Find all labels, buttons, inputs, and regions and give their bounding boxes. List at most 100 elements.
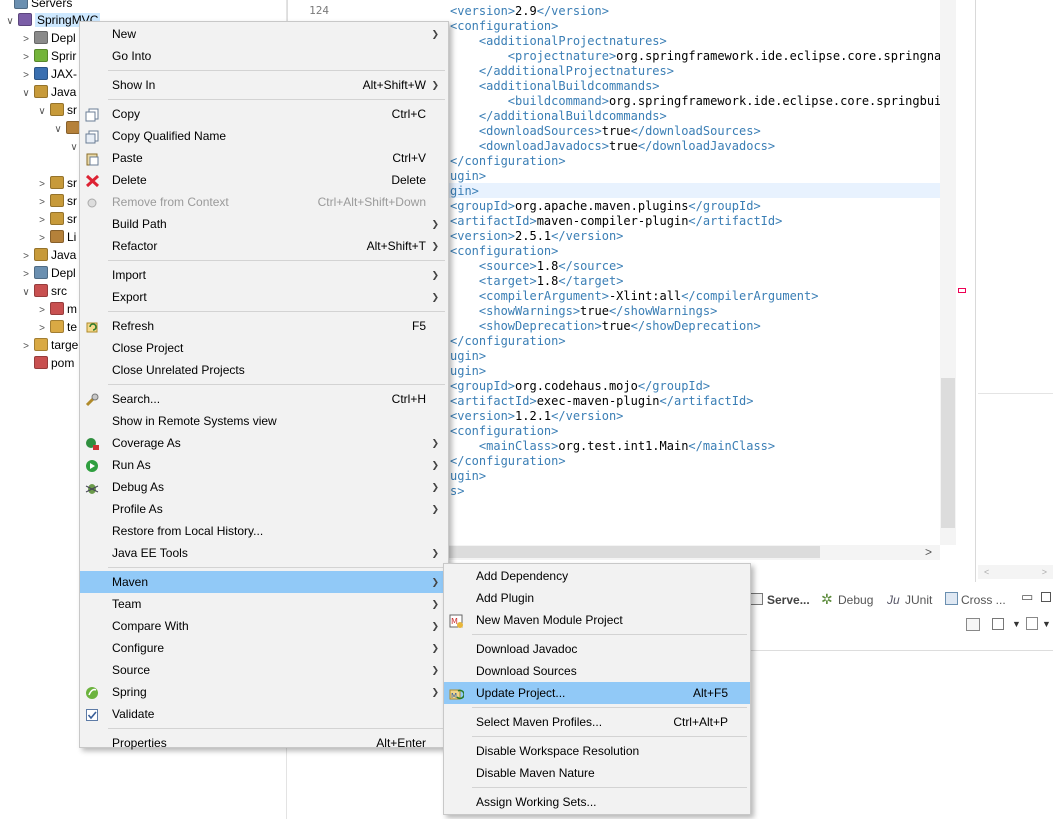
menu-item-disable-maven-nature[interactable]: Disable Maven Nature	[444, 762, 750, 784]
menu-item-coverage-as[interactable]: Coverage As ❯	[80, 432, 448, 454]
outline-horizontal-scrollbar[interactable]: < >	[978, 565, 1053, 579]
menu-item-compare-with[interactable]: Compare With ❯	[80, 615, 448, 637]
menu-item-source[interactable]: Source ❯	[80, 659, 448, 681]
tree-row[interactable]: > targe	[20, 336, 78, 354]
display-selected-console-icon[interactable]	[992, 618, 1004, 630]
menu-item-validate[interactable]: Validate	[80, 703, 448, 725]
code-line[interactable]: <version>2.5.1</version>	[450, 229, 623, 244]
tree-expand-icon[interactable]: ∨	[52, 121, 64, 139]
menu-item-select-maven-profiles[interactable]: Select Maven Profiles... Ctrl+Alt+P	[444, 711, 750, 733]
code-line[interactable]: gin>	[450, 184, 479, 199]
tab-junit[interactable]: JUnit	[905, 593, 932, 607]
code-line[interactable]: <configuration>	[450, 19, 558, 34]
menu-item-refresh[interactable]: Refresh F5	[80, 315, 448, 337]
code-line[interactable]: <configuration>	[450, 424, 558, 439]
tree-row[interactable]: > Li	[36, 228, 76, 246]
menu-item-new-maven-module-project[interactable]: M New Maven Module Project	[444, 609, 750, 631]
code-line[interactable]: ugin>	[450, 364, 486, 379]
code-line[interactable]: ugin>	[450, 469, 486, 484]
code-line[interactable]: ugin>	[450, 169, 486, 184]
menu-item-delete[interactable]: Delete Delete	[80, 169, 448, 191]
code-line[interactable]: <target>1.8</target>	[450, 274, 624, 289]
code-line[interactable]: <source>1.8</source>	[450, 259, 624, 274]
menu-item-download-sources[interactable]: Download Sources	[444, 660, 750, 682]
menu-item-spring[interactable]: Spring ❯	[80, 681, 448, 703]
open-console-dropdown-icon[interactable]: ▼	[1042, 619, 1051, 629]
menu-item-update-project[interactable]: M Update Project... Alt+F5	[444, 682, 750, 704]
tree-expand-icon[interactable]: ∨	[20, 284, 32, 302]
menu-item-run-as[interactable]: Run As ❯	[80, 454, 448, 476]
menu-item-java-ee-tools[interactable]: Java EE Tools ❯	[80, 542, 448, 564]
code-line[interactable]: <compilerArgument>-Xlint:all</compilerAr…	[450, 289, 819, 304]
console-dropdown-icon[interactable]: ▼	[1012, 619, 1021, 629]
menu-item-add-dependency[interactable]: Add Dependency	[444, 565, 750, 587]
menu-item-close-unrelated-projects[interactable]: Close Unrelated Projects	[80, 359, 448, 381]
menu-item-team[interactable]: Team ❯	[80, 593, 448, 615]
tab-debug[interactable]: Debug	[838, 593, 873, 607]
code-line[interactable]: </additionalBuildcommands>	[450, 109, 667, 124]
new-console-icon[interactable]	[966, 618, 980, 631]
menu-item-debug-as[interactable]: Debug As ❯	[80, 476, 448, 498]
tree-row[interactable]: pom	[20, 354, 74, 372]
tab-cross-references[interactable]: Cross ...	[961, 593, 1006, 607]
open-console-icon[interactable]	[1026, 617, 1038, 630]
code-line[interactable]: <showDeprecation>true</showDeprecation>	[450, 319, 761, 334]
tree-row[interactable]: > m	[36, 300, 77, 318]
code-line[interactable]: <groupId>org.apache.maven.plugins</group…	[450, 199, 761, 214]
menu-item-go-into[interactable]: Go Into	[80, 45, 448, 67]
tree-row[interactable]: > sr	[36, 174, 77, 192]
menu-item-new[interactable]: New ❯	[80, 23, 448, 45]
menu-item-search[interactable]: Search... Ctrl+H	[80, 388, 448, 410]
menu-item-copy[interactable]: Copy Ctrl+C	[80, 103, 448, 125]
code-line[interactable]: <projectnature>org.springframework.ide.e…	[450, 49, 956, 64]
tree-row[interactable]: > JAX-	[20, 65, 77, 83]
code-line[interactable]: <mainClass>org.test.int1.Main</mainClass…	[450, 439, 775, 454]
tree-row[interactable]: > te	[36, 318, 77, 336]
menu-item-download-javadoc[interactable]: Download Javadoc	[444, 638, 750, 660]
maximize-icon[interactable]	[1041, 592, 1051, 602]
menu-item-import[interactable]: Import ❯	[80, 264, 448, 286]
menu-item-configure[interactable]: Configure ❯	[80, 637, 448, 659]
menu-item-paste[interactable]: Paste Ctrl+V	[80, 147, 448, 169]
code-line[interactable]: </configuration>	[450, 154, 566, 169]
menu-item-profile-as[interactable]: Profile As ❯	[80, 498, 448, 520]
menu-item-show-in-remote-systems-view[interactable]: Show in Remote Systems view	[80, 410, 448, 432]
menu-item-add-plugin[interactable]: Add Plugin	[444, 587, 750, 609]
code-line[interactable]: <configuration>	[450, 244, 558, 259]
code-line[interactable]: <buildcommand>org.springframework.ide.ec…	[450, 94, 956, 109]
tree-row[interactable]: > sr	[36, 210, 77, 228]
overview-ruler-marker[interactable]	[958, 288, 966, 293]
code-line[interactable]: <version>1.2.1</version>	[450, 409, 623, 424]
code-line[interactable]: <version>2.9</version>	[450, 4, 609, 19]
menu-item-maven[interactable]: Maven ❯	[80, 571, 448, 593]
tree-row[interactable]: > Depl	[20, 264, 76, 282]
tree-expand-icon[interactable]: ∨	[36, 103, 48, 121]
menu-item-disable-workspace-resolution[interactable]: Disable Workspace Resolution	[444, 740, 750, 762]
menu-item-show-in[interactable]: Show In Alt+Shift+W ❯	[80, 74, 448, 96]
tree-row[interactable]: ∨ Java	[20, 83, 76, 101]
code-line[interactable]: <artifactId>exec-maven-plugin</artifactI…	[450, 394, 753, 409]
tree-row[interactable]: > sr	[36, 192, 77, 210]
code-line[interactable]: </configuration>	[450, 454, 566, 469]
scroll-right-icon[interactable]: >	[925, 545, 932, 559]
code-line[interactable]: </configuration>	[450, 334, 566, 349]
menu-item-export[interactable]: Export ❯	[80, 286, 448, 308]
code-line[interactable]: <downloadSources>true</downloadSources>	[450, 124, 761, 139]
code-line[interactable]: </additionalProjectnatures>	[450, 64, 674, 79]
menu-item-assign-working-sets[interactable]: Assign Working Sets...	[444, 791, 750, 813]
menu-item-refactor[interactable]: Refactor Alt+Shift+T ❯	[80, 235, 448, 257]
minimize-icon[interactable]: ▭	[1021, 589, 1033, 605]
tree-row[interactable]: ∨ sr	[36, 101, 77, 119]
editor-vertical-scroll-thumb[interactable]	[941, 378, 955, 528]
code-line[interactable]: <downloadJavadocs>true</downloadJavadocs…	[450, 139, 775, 154]
code-line[interactable]: <additionalBuildcommands>	[450, 79, 660, 94]
menu-item-close-project[interactable]: Close Project	[80, 337, 448, 359]
tab-servers[interactable]: Serve...	[767, 593, 810, 607]
code-line[interactable]: s>	[450, 484, 464, 499]
tree-expand-icon[interactable]: ∨	[4, 13, 16, 31]
code-line[interactable]: <additionalProjectnatures>	[450, 34, 667, 49]
tree-row[interactable]: ∨ src	[20, 282, 67, 300]
code-line[interactable]: <showWarnings>true</showWarnings>	[450, 304, 717, 319]
menu-item-restore-from-local-history[interactable]: Restore from Local History...	[80, 520, 448, 542]
tree-row[interactable]: > Java	[20, 246, 76, 264]
